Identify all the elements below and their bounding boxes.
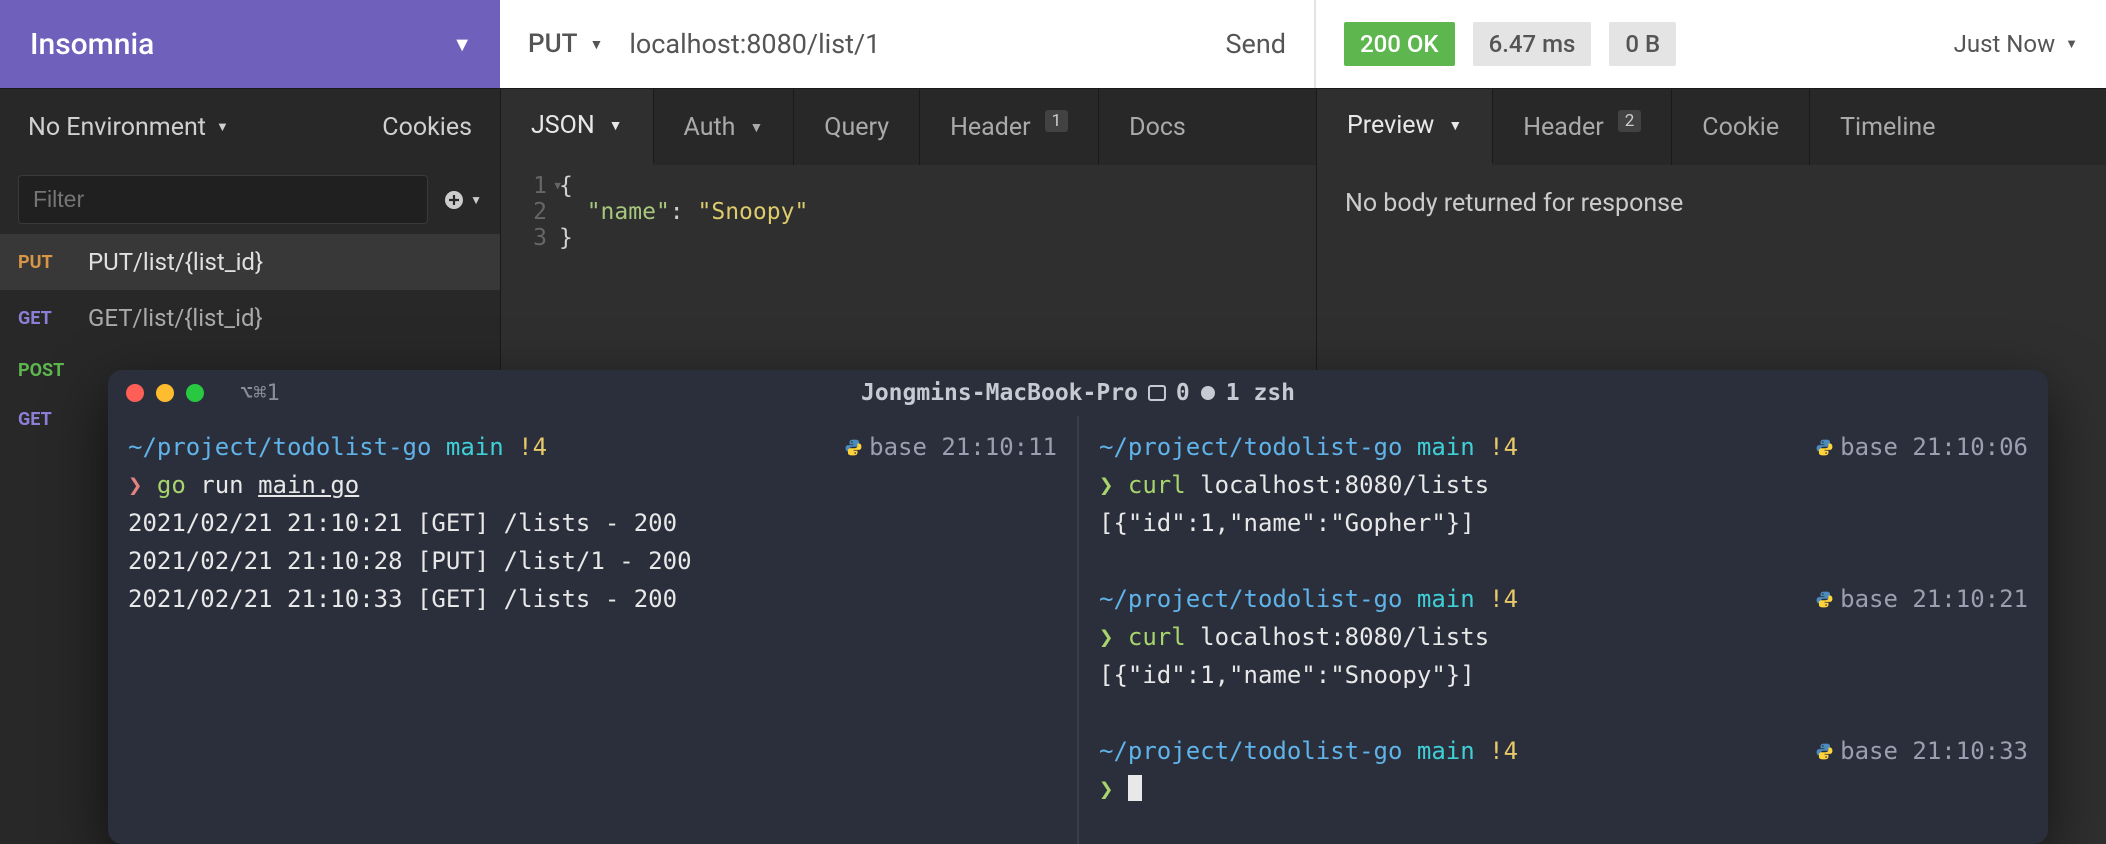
header-count-badge: 1	[1045, 110, 1069, 132]
tab-resp-header[interactable]: Header2	[1493, 89, 1672, 165]
send-button[interactable]: Send	[1226, 28, 1287, 60]
terminal-titlebar[interactable]: ⌥⌘1 Jongmins-MacBook-Pro 0 1 zsh	[108, 370, 2048, 416]
chevron-down-icon: ▼	[749, 119, 763, 136]
environment-dropdown[interactable]: No Environment ▼	[28, 113, 229, 142]
tab-auth[interactable]: Auth ▼	[654, 89, 795, 165]
time-badge[interactable]: 6.47 ms	[1473, 22, 1592, 66]
url-bar: PUT ▼ localhost:8080/list/1 Send	[500, 0, 1316, 88]
filter-input[interactable]	[18, 175, 428, 224]
tab-cookie[interactable]: Cookie	[1672, 89, 1810, 165]
resp-header-count-badge: 2	[1618, 110, 1642, 132]
workspace-dropdown[interactable]: Insomnia ▼	[0, 0, 500, 88]
cookies-button[interactable]: Cookies	[382, 113, 472, 142]
tab-body[interactable]: JSON ▼	[501, 89, 654, 165]
request-name: GET/list/{list_id}	[88, 304, 263, 332]
terminal-pane-right[interactable]: ~/project/todolist-go main !4base 21:10:…	[1079, 416, 2048, 844]
add-request-button[interactable]: ▼	[444, 190, 482, 210]
terminal-window: ⌥⌘1 Jongmins-MacBook-Pro 0 1 zsh ~/proje…	[108, 370, 2048, 844]
workspace-name: Insomnia	[30, 27, 154, 62]
environment-label: No Environment	[28, 113, 206, 142]
history-time: Just Now	[1954, 30, 2056, 58]
chevron-down-icon: ▼	[1448, 117, 1462, 134]
close-icon[interactable]	[126, 384, 144, 402]
method-badge: POST	[18, 360, 70, 381]
method-label: PUT	[528, 29, 577, 59]
size-badge[interactable]: 0 B	[1609, 22, 1676, 66]
method-badge: GET	[18, 409, 70, 430]
chevron-down-icon: ▼	[452, 32, 472, 57]
chevron-down-icon: ▼	[470, 193, 482, 207]
response-body-message: No body returned for response	[1345, 189, 2078, 218]
chevron-down-icon: ▼	[2065, 36, 2078, 52]
response-summary: 200 OK 6.47 ms 0 B Just Now ▼	[1316, 0, 2106, 88]
method-dropdown[interactable]: PUT ▼	[528, 29, 603, 59]
pane-icon	[1148, 385, 1166, 401]
chevron-down-icon: ▼	[589, 36, 603, 53]
method-badge: GET	[18, 308, 70, 329]
history-dropdown[interactable]: Just Now ▼	[1954, 30, 2078, 58]
method-badge: PUT	[18, 252, 70, 273]
chevron-down-icon: ▼	[609, 117, 623, 134]
terminal-shortcut-hint: ⌥⌘1	[240, 381, 280, 406]
url-input[interactable]: localhost:8080/list/1	[629, 28, 1199, 60]
maximize-icon[interactable]	[186, 384, 204, 402]
plus-circle-icon	[444, 190, 464, 210]
tab-preview[interactable]: Preview ▼	[1317, 89, 1493, 165]
request-item[interactable]: GET GET/list/{list_id}	[0, 290, 500, 346]
chevron-down-icon: ▼	[216, 119, 229, 135]
request-item[interactable]: PUT PUT/list/{list_id}	[0, 234, 500, 290]
terminal-pane-left[interactable]: ~/project/todolist-go main !4base 21:10:…	[108, 416, 1079, 844]
cursor-icon	[1128, 775, 1142, 801]
active-pane-icon	[1200, 385, 1216, 401]
tab-query[interactable]: Query	[794, 89, 920, 165]
tab-docs[interactable]: Docs	[1099, 89, 1216, 165]
tab-header[interactable]: Header1	[920, 89, 1099, 165]
minimize-icon[interactable]	[156, 384, 174, 402]
terminal-title: Jongmins-MacBook-Pro 0 1 zsh	[861, 380, 1295, 406]
tab-timeline[interactable]: Timeline	[1810, 89, 1965, 165]
status-badge[interactable]: 200 OK	[1344, 22, 1455, 66]
request-name: PUT/list/{list_id}	[88, 248, 263, 276]
